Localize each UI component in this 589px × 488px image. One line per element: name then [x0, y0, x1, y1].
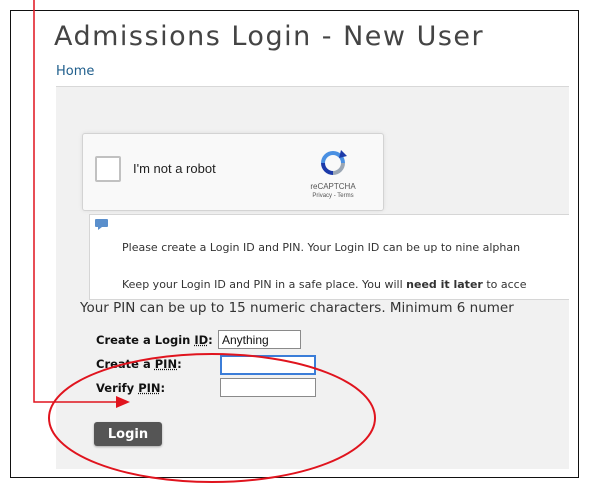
info-text-line1: Please create a Login ID and PIN. Your L… — [122, 241, 521, 254]
recaptcha-logo-icon — [321, 150, 347, 175]
login-button[interactable]: Login — [94, 422, 162, 446]
info-text-line2: Keep your Login ID and PIN in a safe pla… — [122, 278, 527, 291]
page-title: Admissions Login - New User — [54, 21, 485, 52]
login-id-input[interactable] — [218, 330, 301, 349]
recaptcha-privacy-terms[interactable]: Privacy - Terms — [305, 193, 361, 199]
verify-pin-label: Verify PIN: — [96, 381, 166, 395]
recaptcha-label: I'm not a robot — [133, 161, 216, 176]
info-emphasis: need it later — [406, 278, 483, 291]
home-link[interactable]: Home — [56, 64, 94, 79]
recaptcha-brand: reCAPTCHA — [310, 182, 356, 191]
login-id-label: Create a Login ID: — [96, 333, 213, 347]
info-box: Please create a Login ID and PIN. Your L… — [89, 214, 569, 300]
pin-requirements-note: Your PIN can be up to 15 numeric charact… — [80, 300, 514, 316]
recaptcha-widget: I'm not a robot reCAPTCHA Privacy - Term… — [82, 133, 384, 211]
create-pin-input[interactable] — [220, 355, 316, 375]
create-pin-label: Create a PIN: — [96, 357, 182, 371]
verify-pin-input[interactable] — [220, 378, 316, 397]
recaptcha-checkbox[interactable] — [95, 156, 121, 182]
speech-bubble-icon — [95, 219, 108, 230]
